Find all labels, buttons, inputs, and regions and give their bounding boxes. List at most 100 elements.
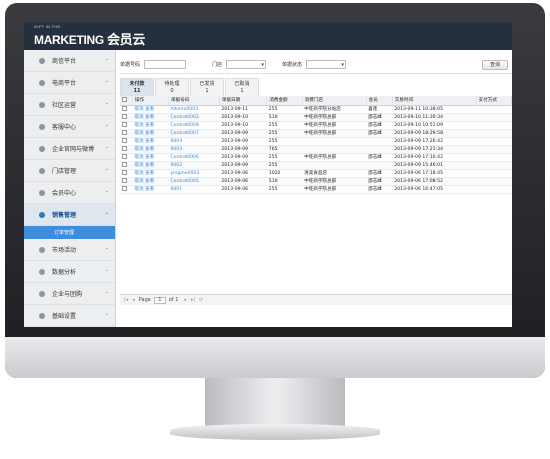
checkbox[interactable] <box>122 121 127 127</box>
checkbox[interactable] <box>122 96 127 102</box>
status-select[interactable] <box>306 60 347 69</box>
row-checkbox-cell[interactable] <box>120 145 133 154</box>
row-checkbox-cell[interactable] <box>120 185 133 194</box>
row-checkbox-cell[interactable] <box>120 153 133 162</box>
page-label: Page <box>138 297 151 303</box>
cell-time: 2013-09-11 10:38:05 <box>392 105 477 114</box>
checkbox[interactable] <box>122 177 127 183</box>
cell-member <box>366 145 393 154</box>
cell-no[interactable]: 0004 <box>168 137 220 146</box>
cell-ops[interactable]: 取消 查看 <box>132 145 169 154</box>
cell-amt: 255 <box>266 129 303 138</box>
sidebar-item-11[interactable]: 基础设置 ⌄ <box>24 305 115 327</box>
select-all-checkbox[interactable] <box>120 96 133 106</box>
cell-ops[interactable]: 取消 查看 <box>132 161 169 170</box>
cell-no[interactable]: 0001 <box>168 185 220 194</box>
store-select[interactable] <box>226 60 267 69</box>
cell-member: 邵志峰 <box>366 177 393 186</box>
tab-1[interactable]: 待处理 0 <box>155 78 189 96</box>
gear-icon <box>39 211 45 218</box>
page-input[interactable]: 1 <box>153 296 166 304</box>
checkbox[interactable] <box>122 137 127 143</box>
checkbox[interactable] <box>122 129 127 135</box>
cell-payment <box>476 113 512 122</box>
checkbox[interactable] <box>122 153 127 159</box>
table-row: 取消 查看 Central0005 2013-09-06 510 中旺商学院总部 邵志峰 2… <box>120 177 512 186</box>
status-tabs: 未付款 11 待处理 0 已发货 1 已取消 1 <box>120 78 512 96</box>
row-checkbox-cell[interactable] <box>120 105 133 114</box>
checkbox[interactable] <box>122 185 127 191</box>
sidebar-item-8[interactable]: 市场活动 ⌄ <box>24 239 115 261</box>
cell-member <box>366 137 393 146</box>
checkbox[interactable] <box>122 145 127 151</box>
checkbox[interactable] <box>122 169 127 175</box>
sidebar-subitem-orders[interactable]: 订单管理 <box>24 226 115 239</box>
table-row: 取消 查看 Alluma0003 2013-09-11 255 中旺商学院分站店 喜连 20… <box>120 105 512 114</box>
cell-no[interactable]: Central0007 <box>168 129 220 138</box>
cell-ops[interactable]: 取消 查看 <box>132 129 169 138</box>
store-label: 门店 <box>212 62 223 68</box>
checkbox[interactable] <box>122 105 127 111</box>
tab-0[interactable]: 未付款 11 <box>120 78 154 96</box>
tab-count: 11 <box>133 88 141 94</box>
cell-amt: 255 <box>266 105 303 114</box>
cell-member: 邵志峰 <box>366 121 393 130</box>
cell-no[interactable]: Central0002 <box>168 113 220 122</box>
cell-amt: 255 <box>266 137 303 146</box>
last-page-icon[interactable]: ▸| <box>191 297 195 303</box>
sidebar-item-4[interactable]: 企业官网与微博 ⌄ <box>24 138 115 160</box>
sidebar-item-10[interactable]: 企业与团购 ⌄ <box>24 283 115 305</box>
cell-no[interactable]: 0003 <box>168 145 220 154</box>
sidebar-item-1[interactable]: 电商平台 ⌄ <box>24 72 115 94</box>
next-page-icon[interactable]: ▸ <box>184 297 187 303</box>
row-checkbox-cell[interactable] <box>120 137 133 146</box>
order-no-input[interactable] <box>144 60 187 69</box>
prev-page-icon[interactable]: ◂ <box>132 297 135 303</box>
sidebar-item-7[interactable]: 销售管理 ⌄ <box>24 204 115 226</box>
cell-no[interactable]: Central0006 <box>168 153 220 162</box>
chevron-down-icon: ⌄ <box>104 311 109 317</box>
cell-store: 清美食品店 <box>302 169 367 178</box>
first-page-icon[interactable]: |◂ <box>124 297 128 303</box>
gear-icon <box>39 268 45 275</box>
row-checkbox-cell[interactable] <box>120 161 133 170</box>
cell-ops[interactable]: 取消 查看 <box>132 169 169 178</box>
sidebar-item-0[interactable]: 商信平台 ⌄ <box>24 50 115 72</box>
cell-member: 喜连 <box>366 105 393 114</box>
cell-ops[interactable]: 取消 查看 <box>132 185 169 194</box>
sidebar-item-5[interactable]: 门店管理 ⌄ <box>24 160 115 182</box>
row-checkbox-cell[interactable] <box>120 121 133 130</box>
row-checkbox-cell[interactable] <box>120 177 133 186</box>
sidebar-item-3[interactable]: 客服中心 ⌄ <box>24 116 115 138</box>
query-button[interactable]: 查询 <box>482 59 508 70</box>
cell-ops[interactable]: 取消 查看 <box>132 121 169 130</box>
checkbox[interactable] <box>122 113 127 119</box>
row-checkbox-cell[interactable] <box>120 113 133 122</box>
cell-amt: 255 <box>266 161 303 170</box>
cell-ops[interactable]: 取消 查看 <box>132 177 169 186</box>
tab-2[interactable]: 已发货 1 <box>190 78 224 96</box>
cell-no[interactable]: yingme0003 <box>168 169 220 178</box>
row-checkbox-cell[interactable] <box>120 129 133 138</box>
cell-no[interactable]: Central0008 <box>168 121 220 130</box>
sidebar-item-label: 客服中心 <box>52 124 77 131</box>
cell-ops[interactable]: 取消 查看 <box>132 137 169 146</box>
chevron-down-icon: ⌄ <box>104 100 109 106</box>
sidebar-item-9[interactable]: 数据分析 ⌄ <box>24 261 115 283</box>
cell-time: 2013-09-06 17:08:52 <box>392 177 477 186</box>
sidebar-item-6[interactable]: 会员中心 ⌄ <box>24 182 115 204</box>
sidebar-item-label: 企业与团购 <box>52 291 83 298</box>
gear-icon <box>39 167 45 174</box>
tab-3[interactable]: 已取消 1 <box>225 78 259 96</box>
cell-no[interactable]: Alluma0003 <box>168 105 220 114</box>
row-checkbox-cell[interactable] <box>120 169 133 178</box>
cell-ops[interactable]: 取消 查看 <box>132 113 169 122</box>
checkbox[interactable] <box>122 161 127 167</box>
refresh-icon[interactable]: ⟳ <box>199 297 203 303</box>
sidebar-item-2[interactable]: 社区运营 ⌄ <box>24 94 115 116</box>
cell-ops[interactable]: 取消 查看 <box>132 105 169 114</box>
cell-no[interactable]: Central0005 <box>168 177 220 186</box>
cell-ops[interactable]: 取消 查看 <box>132 153 169 162</box>
cell-no[interactable]: 0002 <box>168 161 220 170</box>
column-header: 交易时间 <box>392 96 477 106</box>
